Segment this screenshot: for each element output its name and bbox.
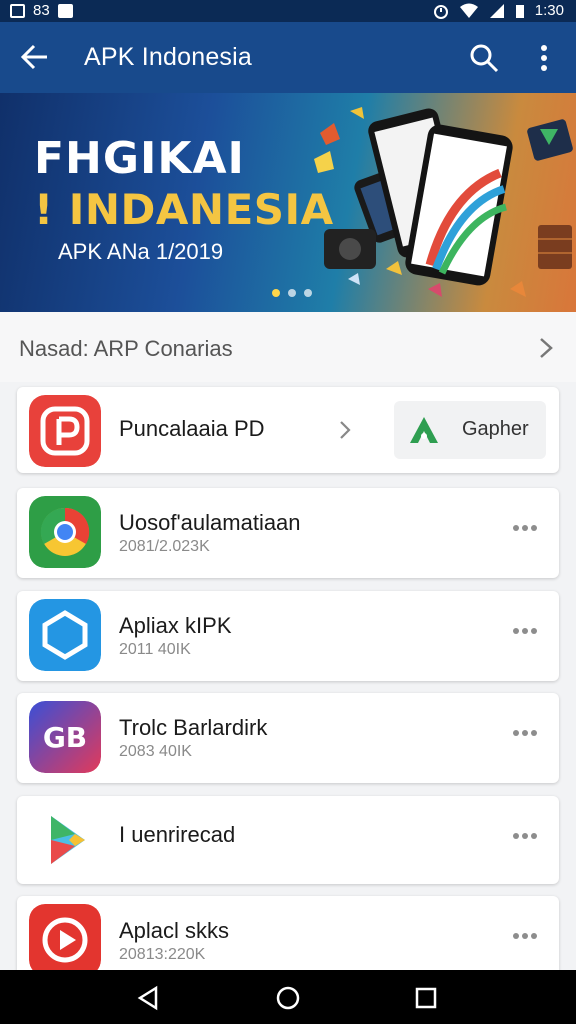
gapher-button-label: Gapher	[462, 418, 529, 440]
nav-home-icon[interactable]	[274, 984, 302, 1012]
more-horizontal-icon[interactable]	[513, 621, 543, 635]
pagination-dot[interactable]	[304, 289, 312, 297]
gapher-button[interactable]: Gapher	[394, 401, 546, 459]
play-circle-icon	[29, 904, 101, 976]
nav-recents-icon[interactable]	[412, 984, 440, 1012]
featured-app-card[interactable]: Puncalaaia PD Gapher	[17, 387, 559, 473]
play-store-icon	[29, 804, 101, 876]
app-bar: APK Indonesia	[0, 22, 576, 93]
signal-icon	[489, 3, 504, 18]
app-name: Trolc Barlardirk	[119, 715, 268, 740]
gb-icon: GB	[29, 701, 101, 773]
app-name: Apliax kIPK	[119, 613, 232, 638]
more-horizontal-icon[interactable]	[513, 826, 543, 840]
app-meta: 2011 40IK	[119, 641, 191, 658]
section-header[interactable]: Nasad: ARP Conarias	[0, 312, 576, 382]
clock: 1:30	[534, 2, 564, 19]
app-meta: 2081/2.023K	[119, 538, 210, 555]
nav-back-icon[interactable]	[134, 984, 162, 1012]
app-name: Aplacl skks	[119, 918, 230, 943]
pagination-dot[interactable]	[288, 289, 296, 297]
banner-headline: FHGIKAI	[34, 133, 245, 184]
chevron-right-icon[interactable]	[337, 419, 353, 441]
banner-phones-illustration	[314, 107, 573, 297]
app-list-item[interactable]: I uenrirecad	[17, 796, 559, 884]
app-list-item[interactable]: Uosof'aulamatiaan 2081/2.023K	[17, 488, 559, 578]
gallery-notification-icon	[10, 3, 25, 18]
more-horizontal-icon[interactable]	[513, 926, 543, 940]
back-arrow-icon[interactable]	[18, 40, 52, 74]
banner-pagination[interactable]	[272, 289, 312, 297]
featured-app-name: Puncalaaia PD	[119, 416, 265, 441]
section-title: Nasad: ARP Conarias	[19, 336, 233, 361]
page-title: APK Indonesia	[84, 43, 252, 71]
status-left-text: 83	[33, 2, 50, 19]
more-horizontal-icon[interactable]	[513, 723, 543, 737]
app-meta: 2083 40IK	[119, 743, 192, 760]
search-icon[interactable]	[468, 42, 500, 74]
promo-banner[interactable]: FHGIKAI ! INDANESIA APK ANa 1/2019	[0, 93, 576, 312]
app-meta: 20813:220K	[119, 946, 206, 963]
banner-subheadline: ! INDANESIA	[34, 185, 334, 234]
android-leaf-icon	[410, 417, 438, 443]
chrome-icon	[29, 496, 101, 568]
more-horizontal-icon[interactable]	[513, 518, 543, 532]
app-name: Uosof'aulamatiaan	[119, 510, 301, 535]
status-bar: 83 1:30	[0, 0, 576, 22]
app-list-item[interactable]: GB Trolc Barlardirk 2083 40IK	[17, 693, 559, 783]
chevron-right-icon[interactable]	[536, 336, 556, 360]
app-list-item[interactable]: Apliax kIPK 2011 40IK	[17, 591, 559, 681]
more-options-icon[interactable]	[532, 42, 556, 74]
app-icon-p	[29, 395, 101, 467]
app-name: I uenrirecad	[119, 822, 236, 847]
battery-icon	[515, 4, 524, 18]
alarm-icon	[433, 4, 448, 19]
system-navigation-bar	[0, 970, 576, 1024]
app-notification-icon	[57, 3, 73, 18]
hexagon-chat-icon	[29, 599, 101, 671]
pagination-dot[interactable]	[272, 289, 280, 297]
wifi-icon	[459, 3, 478, 18]
banner-caption: APK ANa 1/2019	[58, 239, 224, 264]
svg-text:GB: GB	[43, 721, 87, 754]
